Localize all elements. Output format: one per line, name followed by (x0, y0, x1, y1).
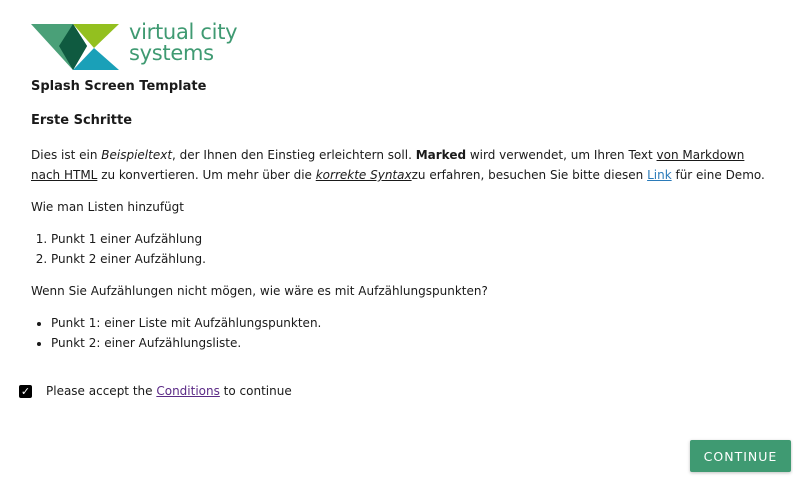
list-item: Punkt 1: einer Liste mit Aufzählungspunk… (51, 313, 771, 333)
accept-conditions-row: ✓ Please accept the Conditions to contin… (19, 382, 292, 400)
ordered-list: Punkt 1 einer Aufzählung Punkt 2 einer A… (31, 229, 771, 269)
intro-text: wird verwendet, um Ihren Text (466, 148, 657, 162)
brand-line-1: virtual city (129, 20, 238, 44)
accept-suffix: to continue (219, 384, 292, 398)
brand-wordmark: virtual city systems (129, 20, 238, 65)
syntax-emphasis: korrekte Syntax (315, 168, 412, 182)
intro-text: , der Ihnen den Einstieg erleichtern sol… (172, 148, 416, 162)
page-title: Splash Screen Template (31, 79, 207, 94)
bullets-heading: Wenn Sie Aufzählungen nicht mögen, wie w… (31, 284, 488, 298)
lists-heading: Wie man Listen hinzufügt (31, 200, 184, 214)
intro-text: zu erfahren, besuchen Sie bitte diesen (411, 168, 648, 182)
continue-button[interactable]: CONTINUE (690, 440, 791, 472)
brand-line-2: systems (129, 41, 214, 65)
marked-strong: Marked (415, 148, 467, 162)
list-item: Punkt 2: einer Aufzählungsliste. (51, 333, 771, 353)
checkmark-icon: ✓ (20, 384, 31, 398)
demo-link[interactable]: Link (647, 168, 672, 182)
markdown-content: Dies ist ein Beispieltext, der Ihnen den… (31, 145, 771, 365)
list-item: Punkt 1 einer Aufzählung (51, 229, 771, 249)
brand-logo: virtual city systems (31, 22, 241, 72)
section-heading: Erste Schritte (31, 113, 133, 128)
splash-screen: virtual city systems Splash Screen Templ… (0, 0, 793, 478)
intro-text: für eine Demo. (671, 168, 765, 182)
intro-paragraph: Dies ist ein Beispieltext, der Ihnen den… (31, 145, 771, 185)
list-item: Punkt 2 einer Aufzählung. (51, 249, 771, 269)
bullet-list: Punkt 1: einer Liste mit Aufzählungspunk… (31, 313, 771, 353)
intro-text: zu konvertieren. Um mehr über die (97, 168, 316, 182)
example-text-emphasis: Beispieltext (101, 148, 173, 162)
logo-mark-icon (31, 24, 119, 70)
accept-checkbox[interactable]: ✓ (19, 384, 32, 398)
accept-prefix: Please accept the (46, 384, 157, 398)
conditions-link[interactable]: Conditions (156, 384, 220, 398)
intro-text: Dies ist ein (31, 148, 102, 162)
accept-label: Please accept the Conditions to continue (46, 384, 292, 398)
